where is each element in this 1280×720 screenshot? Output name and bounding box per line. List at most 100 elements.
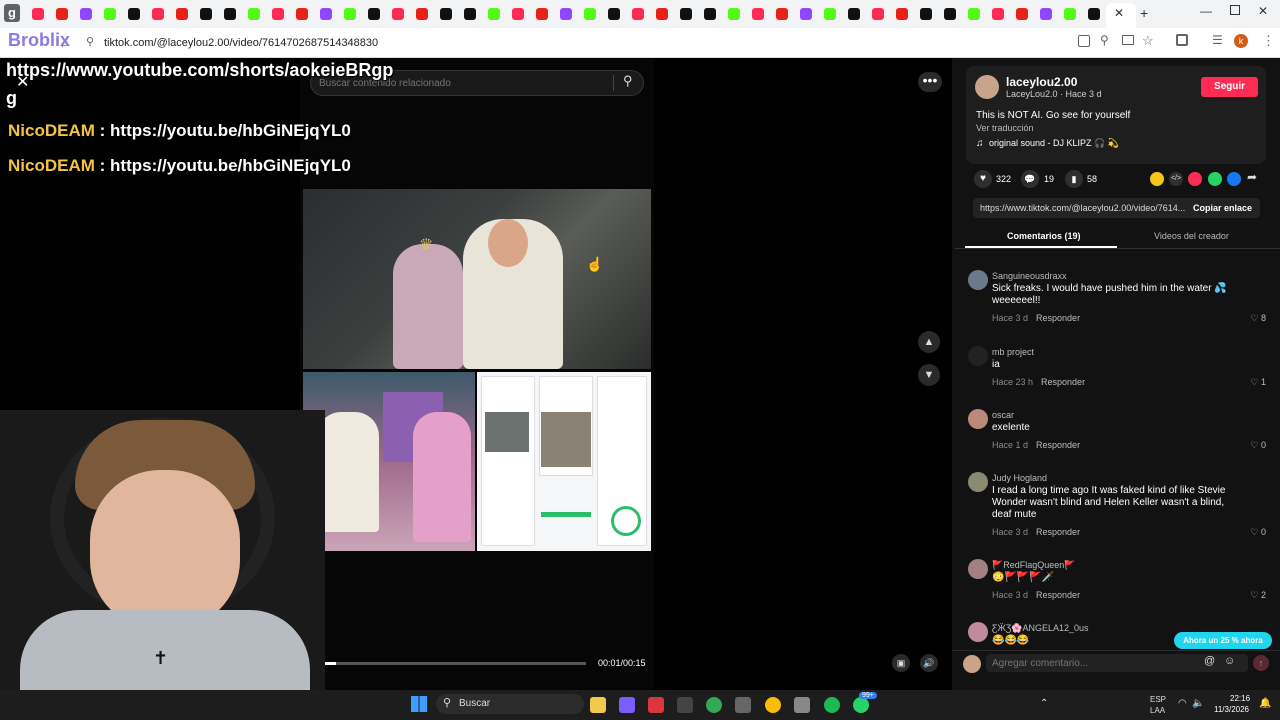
url-text[interactable]: tiktok.com/@laceylou2.00/video/761470268… [104, 37, 378, 49]
chrome-icon[interactable] [706, 697, 722, 713]
tab-favicon-icon[interactable] [224, 8, 236, 20]
site-info-icon[interactable]: ⚲ [86, 35, 94, 48]
tab-favicon-icon[interactable] [200, 8, 212, 20]
tab-favicon-icon[interactable] [752, 8, 764, 20]
tab-favicon-icon[interactable] [608, 8, 620, 20]
tab-favicon-icon[interactable] [992, 8, 1004, 20]
tab-favicon-icon[interactable] [824, 8, 836, 20]
tab-favicon-icon[interactable] [680, 8, 692, 20]
reply-button[interactable]: Responder [1036, 590, 1080, 600]
heart-outline-icon[interactable]: ♡ [1250, 527, 1261, 537]
tab-favicon-icon[interactable] [896, 8, 908, 20]
wps-icon[interactable] [648, 697, 664, 713]
tab-favicon-icon[interactable] [704, 8, 716, 20]
tab-favicon-icon[interactable] [584, 8, 596, 20]
tab-favicon-icon[interactable] [128, 8, 140, 20]
share-arrow-icon[interactable]: ➦ [1247, 170, 1257, 184]
comment-avatar[interactable] [968, 622, 988, 642]
tab-favicon-icon[interactable] [848, 8, 860, 20]
tab-favicon-icon[interactable] [536, 8, 548, 20]
tab-favicon-icon[interactable] [920, 8, 932, 20]
sound-name[interactable]: original sound - DJ KLIPZ 🎧 💫 [989, 138, 1119, 149]
comment-avatar[interactable] [968, 346, 988, 366]
tab-favicon-icon[interactable] [872, 8, 884, 20]
whatsapp-app-icon[interactable] [853, 697, 869, 713]
translate-link[interactable]: Ver traducción [976, 123, 1034, 133]
tab-favicon-icon[interactable] [968, 8, 980, 20]
comment-icon[interactable]: 💬 [1021, 170, 1039, 188]
tab-favicon-icon[interactable] [656, 8, 668, 20]
emoji-icon[interactable]: ☺ [1224, 655, 1235, 667]
video-progress-track[interactable] [318, 662, 586, 665]
tab-favicon-icon[interactable] [776, 8, 788, 20]
camera-app-icon[interactable] [677, 697, 693, 713]
send-comment-icon[interactable]: ↑ [1253, 655, 1269, 671]
comment-username[interactable]: Sanguineousdraxx [992, 271, 1067, 281]
tab-favicon-icon[interactable] [632, 8, 644, 20]
notification-icon[interactable]: 🔔 [1259, 698, 1271, 709]
taskbar-search[interactable]: ⚲ Buscar [436, 694, 584, 714]
comment-like[interactable]: ♡ 2 [1250, 590, 1266, 601]
comment-input[interactable] [992, 656, 1192, 670]
heart-outline-icon[interactable]: ♡ [1250, 377, 1261, 387]
speaker-icon[interactable]: 🔈 [1192, 698, 1204, 709]
tab-favicon-icon[interactable] [512, 8, 524, 20]
spotify-icon[interactable] [824, 697, 840, 713]
send-icon[interactable] [1188, 172, 1202, 186]
tab-favicon-icon[interactable] [1016, 8, 1028, 20]
comment-like[interactable]: ♡ 0 [1250, 440, 1266, 451]
clock-date[interactable]: 11/3/2026 [1214, 705, 1249, 714]
tab-favicon-icon[interactable] [488, 8, 500, 20]
mention-icon[interactable]: @ [1204, 655, 1215, 667]
tab-favicon-icon[interactable] [152, 8, 164, 20]
tab-favicon-icon[interactable] [272, 8, 284, 20]
promo-bubble[interactable]: Ahora un 25 % ahora [1174, 632, 1272, 649]
copy-link-button[interactable]: Copiar enlace [1193, 203, 1252, 213]
comment-avatar[interactable] [968, 409, 988, 429]
comment-username[interactable]: 🚩RedFlagQueen🚩 [992, 560, 1075, 571]
comment-like[interactable]: ♡ 8 [1250, 313, 1266, 324]
file-explorer-icon[interactable] [590, 697, 606, 713]
window-minimize-icon[interactable]: — [1200, 4, 1212, 18]
tab-favicon-icon[interactable] [392, 8, 404, 20]
reply-button[interactable]: Responder [1036, 527, 1080, 537]
tab-favicon-icon[interactable] [416, 8, 428, 20]
tab-favicon-icon[interactable] [1088, 8, 1100, 20]
next-video-icon[interactable]: ▼ [918, 364, 940, 386]
bookmark-icon[interactable]: ▮ [1065, 170, 1083, 188]
tab-favicon-icon[interactable] [440, 8, 452, 20]
copilot-icon[interactable] [619, 697, 635, 713]
media-app-icon[interactable] [794, 697, 810, 713]
follow-button[interactable]: Seguir [1201, 77, 1258, 97]
tab-favicon-icon[interactable] [248, 8, 260, 20]
share-circle-icon[interactable] [1150, 172, 1164, 186]
heart-outline-icon[interactable]: ♡ [1250, 313, 1261, 323]
comment-like[interactable]: ♡ 0 [1250, 527, 1266, 538]
comment-username[interactable]: oscar [992, 410, 1014, 420]
wifi-icon[interactable]: ◠ [1178, 698, 1187, 709]
previous-video-icon[interactable]: ▲ [918, 331, 940, 353]
reply-button[interactable]: Responder [1041, 377, 1085, 387]
tab-favicon-icon[interactable] [368, 8, 380, 20]
translate-icon[interactable] [1078, 35, 1090, 47]
cast-icon[interactable] [1122, 35, 1134, 45]
tab-favicon-icon[interactable] [800, 8, 812, 20]
tab-favicon-icon[interactable] [1040, 8, 1052, 20]
comment-avatar[interactable] [968, 472, 988, 492]
volume-icon[interactable]: 🔊 [920, 654, 938, 672]
clock-time[interactable]: 22:16 [1230, 694, 1250, 703]
window-close-icon[interactable]: ✕ [1258, 4, 1268, 18]
embed-icon[interactable]: </> [1169, 172, 1183, 186]
author-username[interactable]: laceylou2.00 [1006, 75, 1077, 89]
comment-avatar[interactable] [968, 559, 988, 579]
overlay-close-icon[interactable]: ✕ [16, 72, 29, 92]
tab-favicon-icon[interactable] [176, 8, 188, 20]
heart-outline-icon[interactable]: ♡ [1250, 440, 1261, 450]
comment-input-box[interactable]: @ ☺ [986, 654, 1248, 672]
chrome-active-icon[interactable] [765, 697, 781, 713]
kebab-menu-icon[interactable]: ⋮ [1262, 33, 1275, 49]
tab-favicon-icon[interactable] [320, 8, 332, 20]
extensions-icon[interactable] [1176, 34, 1188, 46]
author-avatar[interactable] [975, 75, 999, 99]
comment-username[interactable]: mb project [992, 347, 1034, 357]
